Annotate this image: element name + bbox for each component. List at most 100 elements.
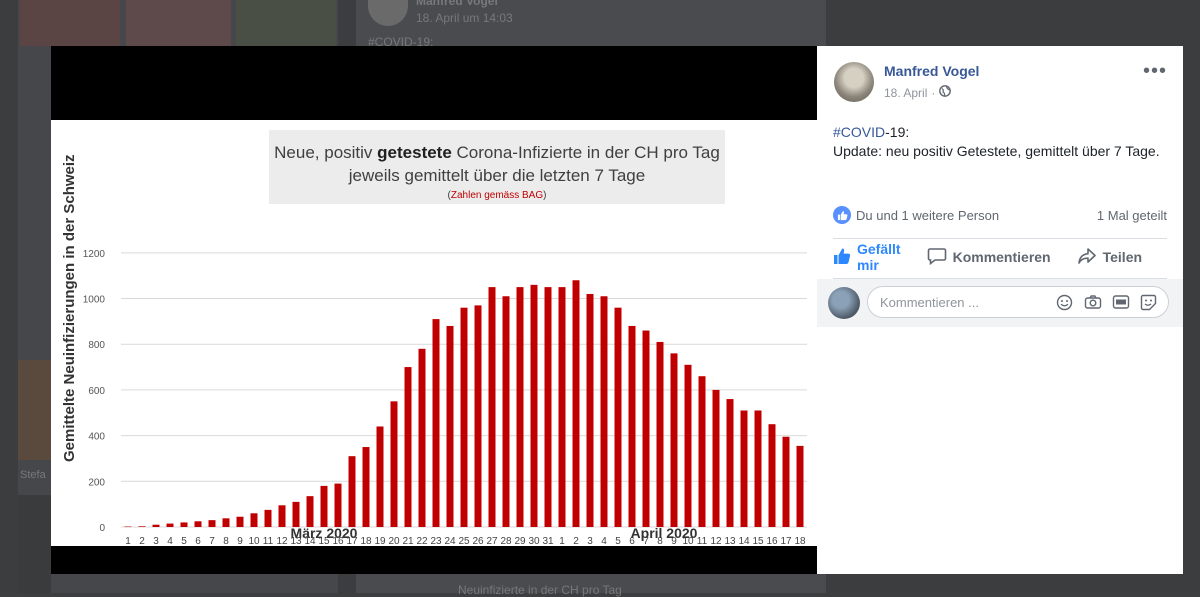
- emoji-icon[interactable]: [1055, 293, 1074, 312]
- x-tick-label: 27: [486, 536, 498, 546]
- chart-source-paren: ): [543, 190, 546, 201]
- chart-title-part: Neue, positiv: [274, 143, 377, 162]
- bar: [264, 509, 272, 527]
- comment-button[interactable]: Kommentieren: [927, 247, 1051, 268]
- bar: [614, 307, 622, 527]
- background-photo-tile: [18, 495, 51, 593]
- share-arrow-icon: [1077, 247, 1097, 268]
- background-photo-tile: [18, 360, 51, 460]
- chart-source-text: Zahlen gemäss BAG: [451, 190, 543, 201]
- background-author-fragment: Manfred Vogel: [416, 0, 498, 8]
- x-tick-label: 20: [388, 536, 400, 546]
- background-date-fragment: 18. April um 14:03: [416, 11, 513, 25]
- x-tick-label: 2: [573, 536, 579, 546]
- month-label-march: März 2020: [291, 525, 358, 541]
- bar: [712, 389, 720, 527]
- x-tick-label: 9: [237, 536, 243, 546]
- bar: [796, 445, 804, 527]
- dot-separator: ·: [931, 85, 936, 100]
- x-tick-label: 6: [195, 536, 201, 546]
- bar: [530, 284, 538, 527]
- post-text-line2: Update: neu positiv Getestete, gemittelt…: [833, 143, 1160, 159]
- x-tick-label: 3: [153, 536, 159, 546]
- x-tick-label: 16: [766, 536, 778, 546]
- author-name[interactable]: Manfred Vogel: [884, 63, 979, 79]
- like-button[interactable]: Gefällt mir: [833, 241, 901, 273]
- x-tick-label: 18: [360, 536, 372, 546]
- chart-source: (Zahlen gemäss BAG): [448, 190, 547, 201]
- share-button[interactable]: Teilen: [1077, 247, 1142, 268]
- bar: [250, 513, 258, 527]
- bar: [320, 485, 328, 527]
- x-tick-label: 8: [223, 536, 229, 546]
- month-label-april: April 2020: [631, 525, 698, 541]
- bar: [166, 523, 174, 527]
- bar: [502, 296, 510, 527]
- author-avatar[interactable]: [834, 62, 874, 102]
- bar: [278, 505, 286, 527]
- divider: [833, 238, 1167, 239]
- sticker-icon[interactable]: [1139, 293, 1158, 312]
- x-tick-label: 12: [276, 536, 288, 546]
- chart-title: Neue, positiv getestete Corona-Infiziert…: [274, 143, 720, 162]
- commenter-avatar: [828, 287, 860, 319]
- bar: [684, 364, 692, 527]
- y-tick-label: 600: [88, 386, 105, 397]
- bar: [670, 353, 678, 527]
- shares-count[interactable]: 1 Mal geteilt: [1097, 208, 1167, 223]
- x-tick-label: 5: [181, 536, 187, 546]
- bar: [740, 410, 748, 527]
- bar: [222, 518, 230, 527]
- bar: [572, 280, 580, 527]
- photo-viewer[interactable]: Neue, positiv getestete Corona-Infiziert…: [51, 46, 817, 574]
- x-tick-label: 3: [587, 536, 593, 546]
- reactions-summary[interactable]: Du und 1 weitere Person: [833, 206, 999, 224]
- x-tick-label: 29: [514, 536, 526, 546]
- chart-subtitle: jeweils gemittelt über die letzten 7 Tag…: [348, 166, 645, 185]
- post-date-text[interactable]: 18. April: [884, 86, 927, 100]
- background-photo-tile: [236, 0, 336, 46]
- x-tick-label: 24: [444, 536, 456, 546]
- bar: [362, 447, 370, 527]
- x-tick-label: 25: [458, 536, 470, 546]
- post-text-line1-rest: -19:: [885, 124, 910, 140]
- bar: [544, 287, 552, 527]
- x-tick-label: 11: [697, 536, 708, 546]
- comment-label: Kommentieren: [952, 249, 1051, 265]
- x-tick-label: 21: [402, 536, 414, 546]
- y-tick-label: 200: [88, 477, 105, 488]
- bar: [404, 367, 412, 527]
- more-options-icon[interactable]: •••: [1143, 61, 1167, 81]
- bar: [558, 287, 566, 527]
- bar: [376, 426, 384, 527]
- camera-icon[interactable]: [1083, 293, 1102, 312]
- bar: [418, 348, 426, 527]
- chart-title-bold: getestete: [377, 143, 452, 162]
- x-tick-label: 2: [139, 536, 145, 546]
- bar: [698, 376, 706, 527]
- reactions-text[interactable]: Du und 1 weitere Person: [856, 208, 999, 223]
- bar: [516, 287, 524, 527]
- bar: [600, 296, 608, 527]
- y-tick-label: 800: [88, 340, 105, 351]
- x-tick-label: 4: [601, 536, 607, 546]
- bar: [236, 516, 244, 527]
- hashtag-link[interactable]: #COVID: [833, 124, 885, 140]
- x-tick-label: 5: [615, 536, 621, 546]
- x-tick-label: 30: [528, 536, 540, 546]
- gif-icon[interactable]: [1111, 293, 1130, 312]
- chart-title-part: Corona-Infizierte in der CH pro Tag: [452, 143, 720, 162]
- bar: [460, 307, 468, 527]
- comment-input[interactable]: Kommentieren ...: [867, 286, 1169, 318]
- x-tick-label: 4: [167, 536, 173, 546]
- x-tick-label: 10: [248, 536, 260, 546]
- background-photo-tile: [20, 0, 120, 46]
- chart-image: Neue, positiv getestete Corona-Infiziert…: [51, 120, 817, 547]
- bar: [194, 521, 202, 527]
- bar: [348, 456, 356, 527]
- bar: [124, 526, 132, 528]
- bar: [726, 399, 734, 527]
- x-tick-label: 7: [209, 536, 215, 546]
- y-tick-label: 1000: [83, 295, 106, 306]
- bar: [180, 522, 188, 527]
